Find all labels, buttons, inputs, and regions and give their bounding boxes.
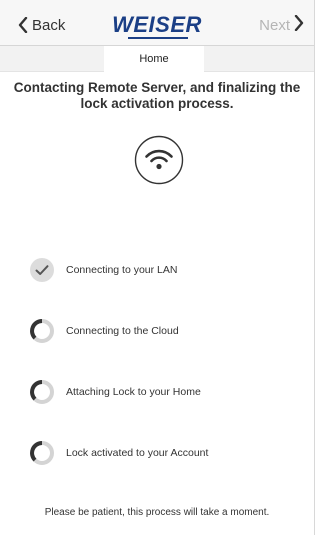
wifi-icon — [134, 135, 184, 185]
spinner-icon — [30, 441, 54, 465]
chevron-right-icon — [294, 14, 304, 36]
step-connecting-lan: Connecting to your LAN — [30, 258, 177, 282]
footer-message: Please be patient, this process will tak… — [44, 507, 270, 518]
tab-home[interactable]: Home — [104, 46, 204, 72]
nav-bar: Back WEISER Next — [0, 0, 314, 46]
next-button[interactable]: Next — [259, 14, 304, 36]
step-label: Connecting to the Cloud — [66, 325, 179, 337]
spinner-icon — [30, 380, 54, 404]
step-connecting-cloud: Connecting to the Cloud — [30, 319, 179, 343]
brand-underline — [128, 37, 188, 39]
step-label: Connecting to your LAN — [66, 264, 178, 276]
step-lock-activated: Lock activated to your Account — [30, 441, 208, 465]
spinner-icon — [30, 319, 54, 343]
next-label: Next — [259, 16, 290, 34]
activation-screen: Back WEISER Next Home Contacting Remote … — [0, 0, 315, 535]
step-attaching-lock: Attaching Lock to your Home — [30, 380, 201, 404]
checkmark-icon — [30, 258, 54, 282]
step-label: Attaching Lock to your Home — [66, 386, 201, 398]
page-title: Contacting Remote Server, and finalizing… — [13, 80, 301, 111]
step-label: Lock activated to your Account — [66, 447, 209, 459]
tab-strip: Home — [0, 46, 314, 72]
